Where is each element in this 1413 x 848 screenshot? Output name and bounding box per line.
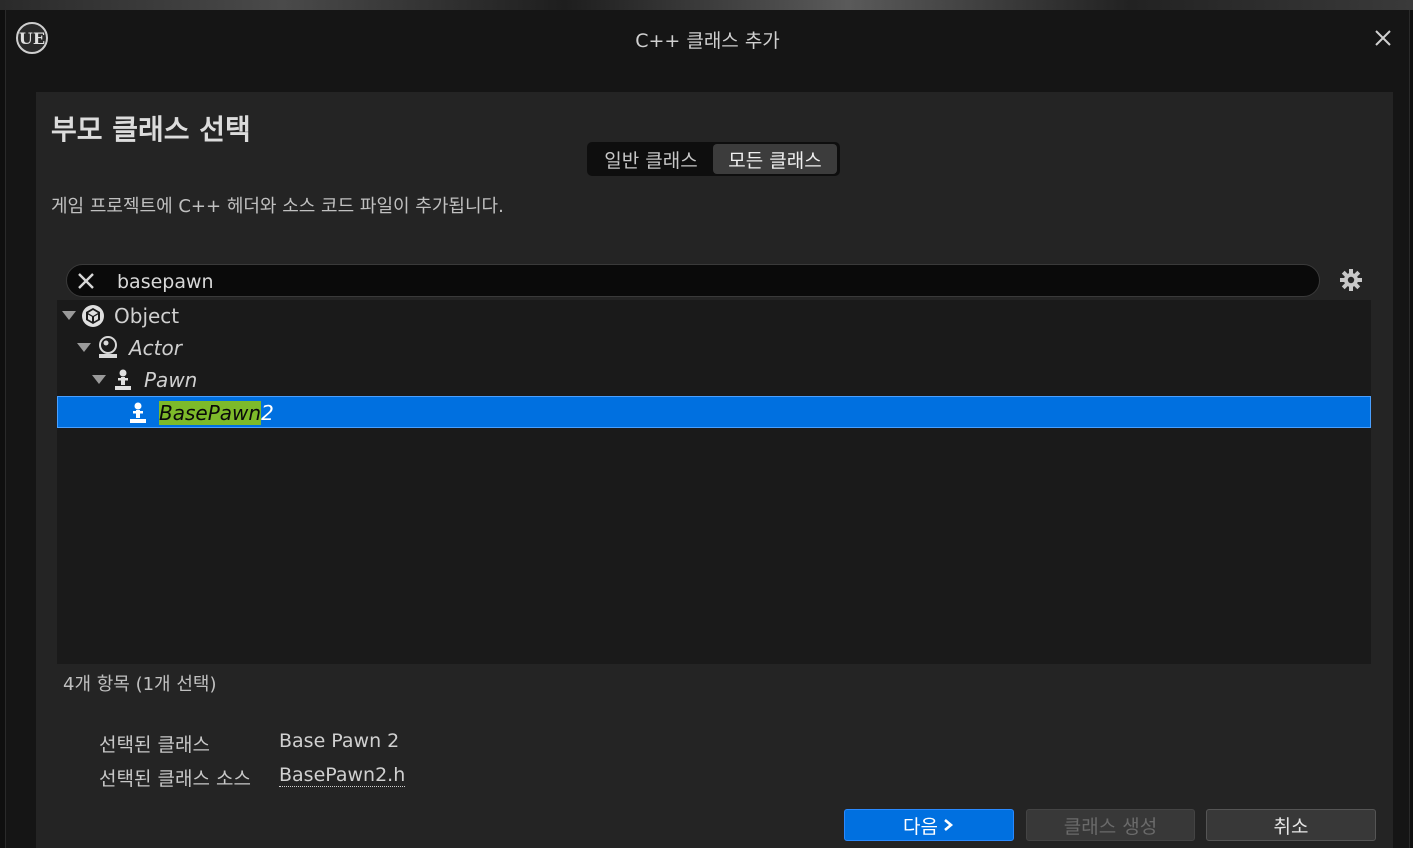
expand-arrow-icon[interactable] bbox=[62, 311, 76, 320]
gear-icon[interactable] bbox=[1338, 267, 1364, 293]
item-count: 4개 항목 (1개 선택) bbox=[63, 674, 217, 695]
class-tree: Object Actor Pawn BasePawn2 bbox=[57, 300, 1371, 664]
search-box bbox=[66, 264, 1320, 297]
search-match-highlight: BasePawn bbox=[159, 401, 262, 425]
create-class-button[interactable]: 클래스 생성 bbox=[1026, 809, 1195, 841]
tree-item-pawn[interactable]: Pawn bbox=[57, 364, 1371, 396]
close-button[interactable] bbox=[1369, 24, 1397, 52]
title-bar: UE C++ 클래스 추가 bbox=[6, 10, 1409, 68]
pawn-icon bbox=[130, 402, 146, 423]
cancel-button[interactable]: 취소 bbox=[1206, 809, 1376, 841]
content-panel: 부모 클래스 선택 일반 클래스 모든 클래스 게임 프로젝트에 C++ 헤더와… bbox=[36, 92, 1393, 848]
close-icon bbox=[78, 273, 94, 289]
tab-common-classes[interactable]: 일반 클래스 bbox=[589, 144, 713, 174]
pawn-icon bbox=[115, 369, 131, 390]
chevron-right-icon bbox=[944, 819, 954, 831]
tab-all-classes[interactable]: 모든 클래스 bbox=[713, 144, 837, 174]
label-rest: 2 bbox=[261, 401, 274, 425]
next-button-label: 다음 bbox=[903, 815, 938, 838]
object-cube-icon bbox=[82, 305, 104, 327]
next-button[interactable]: 다음 bbox=[844, 809, 1014, 841]
selected-class-label: 선택된 클래스 bbox=[99, 734, 210, 756]
window-title: C++ 클래스 추가 bbox=[635, 30, 780, 52]
background-viewport bbox=[0, 0, 1413, 10]
tree-item-label: BasePawn2 bbox=[159, 401, 274, 425]
selected-source-link[interactable]: BasePawn2.h bbox=[279, 764, 406, 787]
tree-item-label: Actor bbox=[129, 336, 182, 360]
expand-arrow-icon[interactable] bbox=[92, 375, 106, 384]
description-text: 게임 프로젝트에 C++ 헤더와 소스 코드 파일이 추가됩니다. bbox=[51, 196, 504, 217]
tree-item-label: Pawn bbox=[144, 368, 198, 392]
tree-item-actor[interactable]: Actor bbox=[57, 332, 1371, 364]
selected-class-value: Base Pawn 2 bbox=[279, 730, 400, 752]
clear-search-button[interactable] bbox=[75, 270, 97, 292]
search-input[interactable] bbox=[115, 267, 1299, 296]
expand-arrow-icon[interactable] bbox=[77, 343, 91, 352]
close-icon bbox=[1375, 30, 1391, 46]
class-filter-toggle: 일반 클래스 모든 클래스 bbox=[587, 142, 840, 176]
add-cpp-class-dialog: UE C++ 클래스 추가 부모 클래스 선택 일반 클래스 모든 클래스 게임… bbox=[5, 10, 1410, 848]
tree-item-basepawn2[interactable]: BasePawn2 bbox=[57, 396, 1371, 428]
tree-item-label: Object bbox=[114, 304, 180, 328]
page-title: 부모 클래스 선택 bbox=[51, 113, 251, 146]
actor-icon bbox=[99, 336, 117, 358]
tree-item-object[interactable]: Object bbox=[57, 300, 1371, 332]
selected-source-label: 선택된 클래스 소스 bbox=[99, 768, 251, 790]
